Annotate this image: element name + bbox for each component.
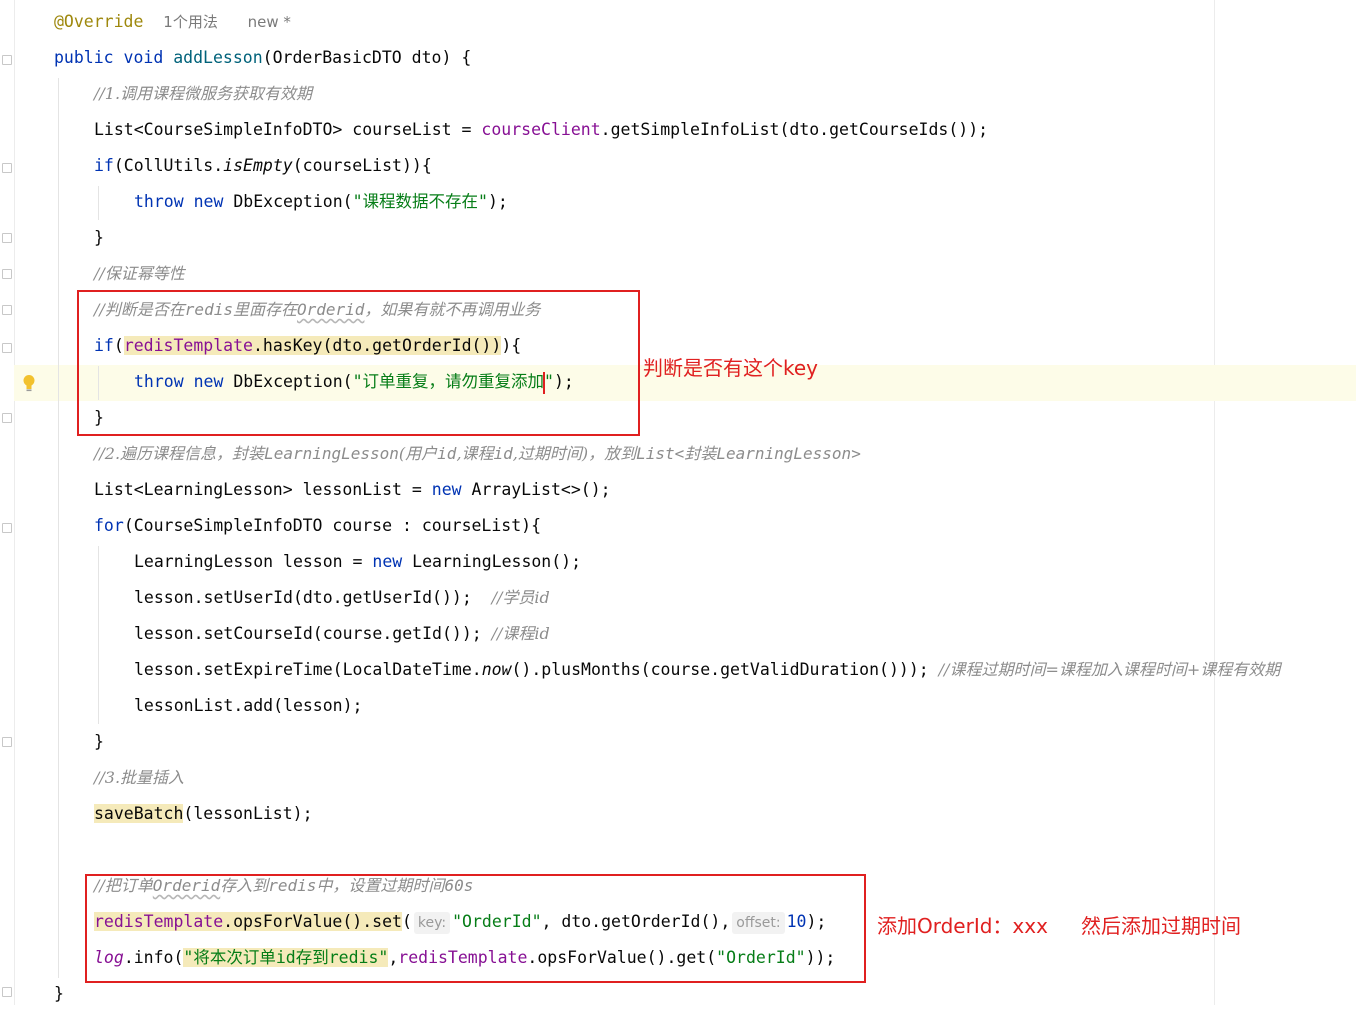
code-line: lesson.setCourseId(course.getId()); //课程… (134, 624, 550, 643)
code-line: } (94, 732, 104, 751)
code-comment: //1.调用课程微服务获取有效期 (94, 84, 313, 103)
fold-marker[interactable] (2, 55, 12, 65)
code-comment: //课程id (491, 624, 550, 643)
code-line: //保证幂等性 (94, 256, 185, 292)
fold-marker[interactable] (2, 737, 12, 747)
code-line: //3.批量插入 (94, 760, 184, 796)
code-line: } (94, 228, 104, 247)
code-line: lesson.setExpireTime(LocalDateTime.now()… (134, 660, 1281, 679)
highlight-box-idempotency (77, 290, 640, 436)
code-line: } (54, 984, 64, 1003)
code-line: saveBatch(lessonList); (94, 804, 313, 823)
code-line: List<CourseSimpleInfoDTO> courseList = c… (94, 120, 989, 139)
code-line: for(CourseSimpleInfoDTO course : courseL… (94, 516, 542, 535)
annotation-note: 然后添加过期时间 (1081, 914, 1241, 938)
code-line: @Override 1个用法 new * (54, 4, 291, 40)
fold-marker[interactable] (2, 269, 12, 279)
code-line: //1.调用课程微服务获取有效期 (94, 76, 312, 112)
editor-gutter (0, 0, 15, 1005)
code-line: lessonList.add(lesson); (134, 696, 363, 715)
indent-guide (98, 546, 99, 724)
fold-marker[interactable] (2, 343, 12, 353)
code-line: throw new DbException("课程数据不存在"); (134, 192, 508, 211)
code-line: public void addLesson(OrderBasicDTO dto)… (54, 48, 472, 67)
code-line: List<LearningLesson> lessonList = new Ar… (94, 480, 611, 499)
author-hint[interactable]: new * (248, 13, 291, 31)
indent-guide (58, 78, 59, 978)
lightbulb-icon[interactable] (22, 374, 36, 392)
fold-marker[interactable] (2, 233, 12, 243)
code-line: LearningLesson lesson = new LearningLess… (134, 552, 582, 571)
override-annotation: @Override (54, 12, 144, 31)
code-comment: //2.遍历课程信息，封装LearningLesson(用户id,课程id,过期… (94, 444, 861, 463)
fold-marker[interactable] (2, 305, 12, 315)
code-line: lesson.setUserId(dto.getUserId()); //学员i… (134, 588, 550, 607)
fold-marker[interactable] (2, 413, 12, 423)
highlight-box-redis-set (85, 874, 866, 983)
annotation-note: 判断是否有这个key (643, 356, 819, 380)
indent-guide (98, 186, 99, 220)
right-margin-guide (1214, 0, 1215, 1005)
code-comment: //学员id (491, 588, 550, 607)
code-comment: //课程过期时间=课程加入课程时间+课程有效期 (938, 660, 1281, 679)
code-line: //2.遍历课程信息，封装LearningLesson(用户id,课程id,过期… (94, 436, 861, 472)
fold-marker[interactable] (2, 987, 12, 997)
code-line: if(CollUtils.isEmpty(courseList)){ (94, 156, 432, 175)
fold-marker[interactable] (2, 523, 12, 533)
code-comment: //3.批量插入 (94, 768, 185, 787)
usage-hint[interactable]: 1个用法 (163, 13, 218, 31)
code-comment: //保证幂等性 (94, 264, 185, 283)
fold-marker[interactable] (2, 163, 12, 173)
annotation-note: 添加OrderId：xxx (877, 914, 1048, 938)
